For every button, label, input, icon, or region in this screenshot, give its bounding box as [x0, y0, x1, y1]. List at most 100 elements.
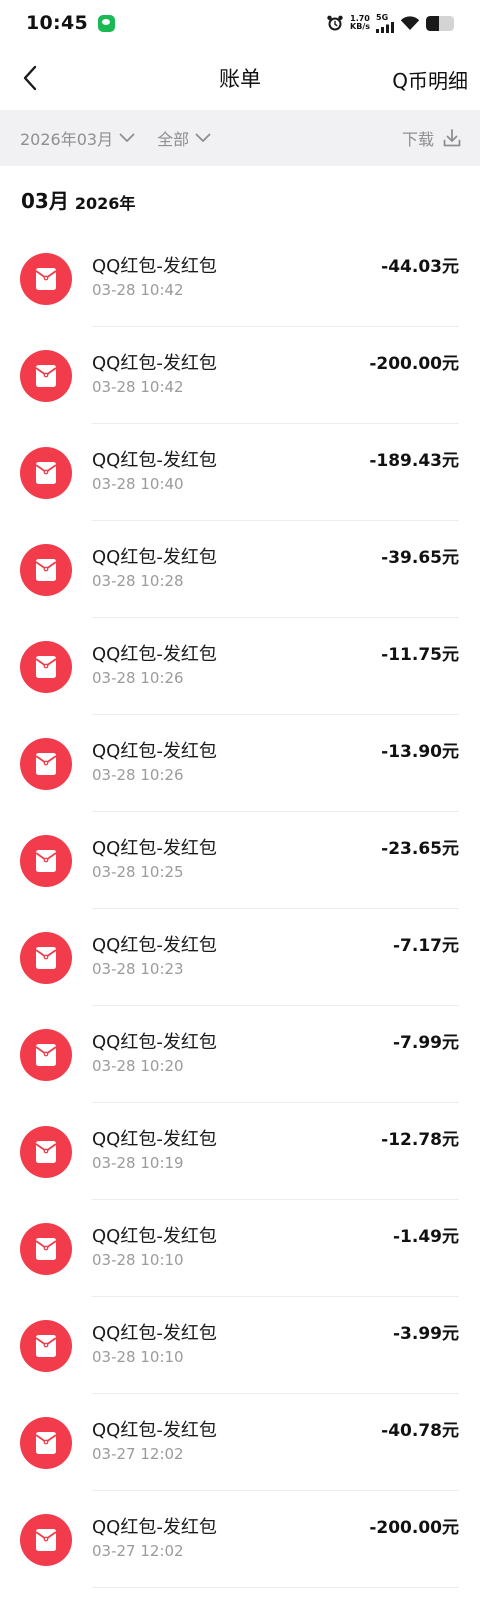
transaction-time: 03-27 12:02: [92, 1542, 184, 1560]
envelope-icon: [35, 656, 57, 678]
envelope-icon: [35, 1141, 57, 1163]
transaction-row[interactable]: QQ红包-发红包 03-28 10:40 -189.43元: [0, 424, 480, 521]
nav-bar: 账单 Q币明细: [0, 46, 480, 110]
transaction-title: QQ红包-发红包: [92, 1226, 217, 1247]
status-bar-left: 10:45: [26, 12, 115, 34]
bill-screen: 10:45 1.70 KB/s 5G 账单 Q币明细 2026年03月 全部 下…: [0, 0, 480, 1600]
transaction-time: 03-28 10:10: [92, 1348, 184, 1366]
transaction-title: QQ红包-发红包: [92, 1032, 217, 1053]
chevron-down-icon: [119, 133, 135, 142]
transaction-amount: -1.49元: [393, 1227, 459, 1247]
transaction-row[interactable]: QQ红包-发红包 03-28 10:42 -200.00元: [0, 327, 480, 424]
row-divider: [92, 1587, 459, 1588]
transaction-time: 03-27 12:02: [92, 1445, 184, 1463]
transaction-row[interactable]: QQ红包-发红包 03-28 10:26 -11.75元: [0, 618, 480, 715]
transaction-title: QQ红包-发红包: [92, 644, 217, 665]
transaction-list: QQ红包-发红包 03-28 10:42 -44.03元 QQ红包-发红包 03…: [0, 230, 480, 1588]
wechat-icon: [97, 14, 115, 32]
envelope-icon: [35, 1529, 57, 1551]
section-month: 03月: [21, 189, 69, 213]
transaction-time: 03-28 10:40: [92, 475, 184, 493]
envelope-icon: [35, 365, 57, 387]
transaction-time: 03-28 10:19: [92, 1154, 184, 1172]
transaction-amount: -3.99元: [393, 1324, 459, 1344]
red-packet-icon: [20, 1320, 72, 1372]
transaction-time: 03-28 10:42: [92, 378, 184, 396]
transaction-row[interactable]: QQ红包-发红包 03-28 10:28 -39.65元: [0, 521, 480, 618]
transaction-title: QQ红包-发红包: [92, 450, 217, 471]
transaction-title: QQ红包-发红包: [92, 838, 217, 859]
transaction-title: QQ红包-发红包: [92, 353, 217, 374]
month-filter-dropdown[interactable]: 2026年03月: [20, 126, 135, 150]
transaction-row[interactable]: QQ红包-发红包 03-27 12:02 -200.00元: [0, 1491, 480, 1588]
transaction-title: QQ红包-发红包: [92, 1323, 217, 1344]
network-speed: 1.70 KB/s: [350, 15, 370, 31]
transaction-row[interactable]: QQ红包-发红包 03-28 10:10 -1.49元: [0, 1200, 480, 1297]
transaction-row[interactable]: QQ红包-发红包 03-28 10:20 -7.99元: [0, 1006, 480, 1103]
transaction-title: QQ红包-发红包: [92, 1420, 217, 1441]
transaction-amount: -200.00元: [369, 354, 459, 374]
network-type: 5G: [376, 12, 389, 22]
network-speed-unit: KB/s: [350, 22, 370, 31]
transaction-row[interactable]: QQ红包-发红包 03-28 10:19 -12.78元: [0, 1103, 480, 1200]
transaction-amount: -7.99元: [393, 1033, 459, 1053]
envelope-icon: [35, 947, 57, 969]
download-icon: [443, 129, 461, 147]
transaction-amount: -7.17元: [393, 936, 459, 956]
transaction-time: 03-28 10:26: [92, 766, 184, 784]
transaction-amount: -44.03元: [381, 257, 459, 277]
transaction-row[interactable]: QQ红包-发红包 03-28 10:26 -13.90元: [0, 715, 480, 812]
battery-icon: [426, 15, 454, 31]
transaction-amount: -189.43元: [369, 451, 459, 471]
transaction-row[interactable]: QQ红包-发红包 03-27 12:02 -40.78元: [0, 1394, 480, 1491]
transaction-time: 03-28 10:25: [92, 863, 184, 881]
red-packet-icon: [20, 350, 72, 402]
battery-level: [426, 15, 439, 31]
red-packet-icon: [20, 641, 72, 693]
envelope-icon: [35, 1335, 57, 1357]
envelope-icon: [35, 1044, 57, 1066]
red-packet-icon: [20, 253, 72, 305]
transaction-row[interactable]: QQ红包-发红包 03-28 10:23 -7.17元: [0, 909, 480, 1006]
red-packet-icon: [20, 932, 72, 984]
transaction-title: QQ红包-发红包: [92, 1129, 217, 1150]
transaction-amount: -39.65元: [381, 548, 459, 568]
red-packet-icon: [20, 1223, 72, 1275]
envelope-icon: [35, 850, 57, 872]
transaction-row[interactable]: QQ红包-发红包 03-28 10:42 -44.03元: [0, 230, 480, 327]
envelope-icon: [35, 462, 57, 484]
transaction-title: QQ红包-发红包: [92, 741, 217, 762]
envelope-icon: [35, 268, 57, 290]
q-coin-detail-link[interactable]: Q币明细: [392, 65, 468, 94]
transaction-amount: -200.00元: [369, 1518, 459, 1538]
envelope-icon: [35, 1238, 57, 1260]
transaction-title: QQ红包-发红包: [92, 256, 217, 277]
transaction-time: 03-28 10:28: [92, 572, 184, 590]
download-label: 下载: [401, 130, 434, 149]
red-packet-icon: [20, 1126, 72, 1178]
envelope-icon: [35, 559, 57, 581]
envelope-icon: [35, 1432, 57, 1454]
transaction-amount: -12.78元: [381, 1130, 459, 1150]
envelope-icon: [35, 753, 57, 775]
transaction-row[interactable]: QQ红包-发红包 03-28 10:25 -23.65元: [0, 812, 480, 909]
red-packet-icon: [20, 1417, 72, 1469]
category-filter-dropdown[interactable]: 全部: [157, 126, 211, 150]
transaction-title: QQ红包-发红包: [92, 547, 217, 568]
transaction-amount: -11.75元: [381, 645, 459, 665]
status-time: 10:45: [26, 12, 88, 34]
transaction-row[interactable]: QQ红包-发红包 03-28 10:10 -3.99元: [0, 1297, 480, 1394]
transaction-amount: -23.65元: [381, 839, 459, 859]
cellular-status: 5G: [376, 12, 394, 33]
red-packet-icon: [20, 835, 72, 887]
red-packet-icon: [20, 544, 72, 596]
transaction-title: QQ红包-发红包: [92, 935, 217, 956]
transaction-time: 03-28 10:20: [92, 1057, 184, 1075]
status-bar: 10:45 1.70 KB/s 5G: [0, 0, 480, 46]
signal-icon: [376, 21, 394, 33]
transaction-amount: -40.78元: [381, 1421, 459, 1441]
alarm-clock-icon: [327, 15, 343, 31]
status-bar-right: 1.70 KB/s 5G: [326, 12, 454, 33]
red-packet-icon: [20, 1514, 72, 1566]
download-button[interactable]: 下载: [402, 126, 462, 150]
